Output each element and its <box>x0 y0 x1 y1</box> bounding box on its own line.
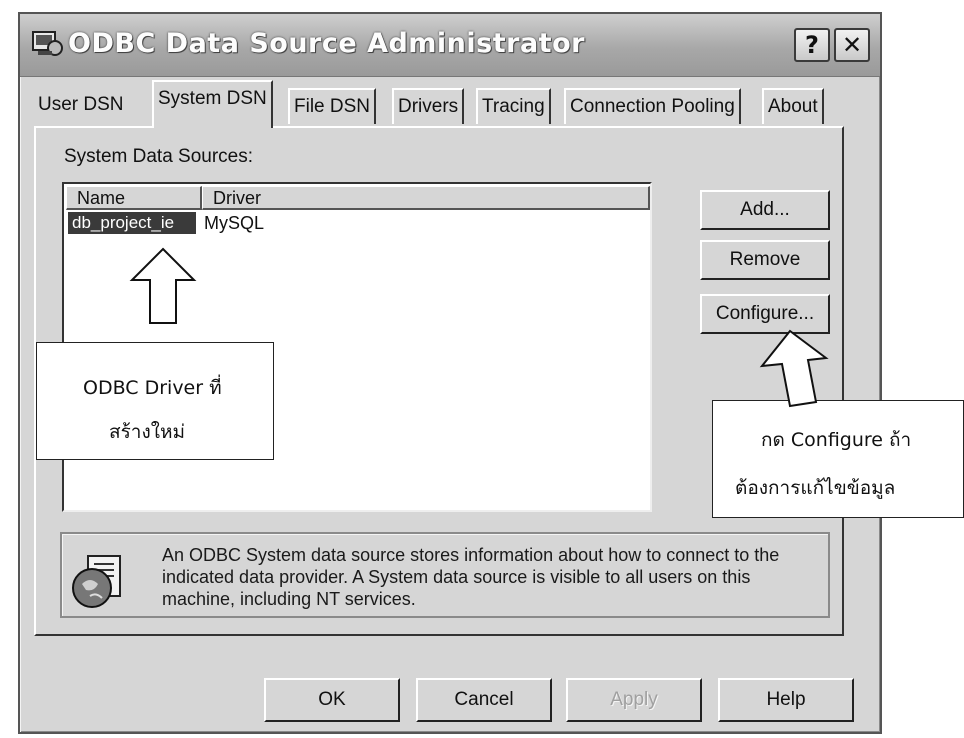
column-header-driver[interactable]: Driver <box>202 186 650 210</box>
tab-drivers[interactable]: Drivers <box>392 88 465 124</box>
tab-tracing[interactable]: Tracing <box>476 88 551 124</box>
help-title-button[interactable]: ? <box>794 28 830 62</box>
tab-system-dsn[interactable]: System DSN <box>152 80 273 128</box>
odbc-globe-icon <box>72 555 121 608</box>
apply-button[interactable]: Apply <box>566 678 702 722</box>
annotation-configure-hint: กด Configure ถ้า ต้องการแก้ไขข้อมูล <box>712 400 964 518</box>
dsn-driver-cell[interactable]: MySQL <box>204 212 264 234</box>
add-button[interactable]: Add... <box>700 190 830 230</box>
up-arrow-annotation-left <box>129 247 197 324</box>
title-bar[interactable]: ODBC Data Source Administrator ? ✕ <box>20 14 880 77</box>
ok-button[interactable]: OK <box>264 678 400 722</box>
cancel-button[interactable]: Cancel <box>416 678 552 722</box>
annotation-new-driver: ODBC Driver ที่ สร้างใหม่ <box>36 342 274 460</box>
tab-about[interactable]: About <box>762 88 824 124</box>
help-button[interactable]: Help <box>718 678 854 722</box>
tab-connection-pooling[interactable]: Connection Pooling <box>564 88 741 124</box>
info-description: An ODBC System data source stores inform… <box>162 545 780 609</box>
tab-file-dsn[interactable]: File DSN <box>288 88 377 124</box>
annotation-left-line1: ODBC Driver ที่ <box>83 377 222 399</box>
selected-dsn-name[interactable]: db_project_ie <box>68 212 196 234</box>
column-header-name[interactable]: Name <box>66 186 202 210</box>
annotation-left-line2: สร้างใหม่ <box>109 421 186 443</box>
system-data-sources-label: System Data Sources: <box>64 146 254 167</box>
annotation-right-line2: ต้องการแก้ไขข้อมูล <box>735 477 896 499</box>
up-arrow-annotation-right <box>759 329 829 408</box>
annotation-right-line1: กด Configure ถ้า <box>761 429 912 451</box>
tab-user-dsn[interactable]: User DSN <box>34 88 128 124</box>
remove-button[interactable]: Remove <box>700 240 830 280</box>
window-title: ODBC Data Source Administrator <box>68 28 585 59</box>
close-button[interactable]: ✕ <box>834 28 870 62</box>
odbc-app-icon <box>32 31 63 56</box>
